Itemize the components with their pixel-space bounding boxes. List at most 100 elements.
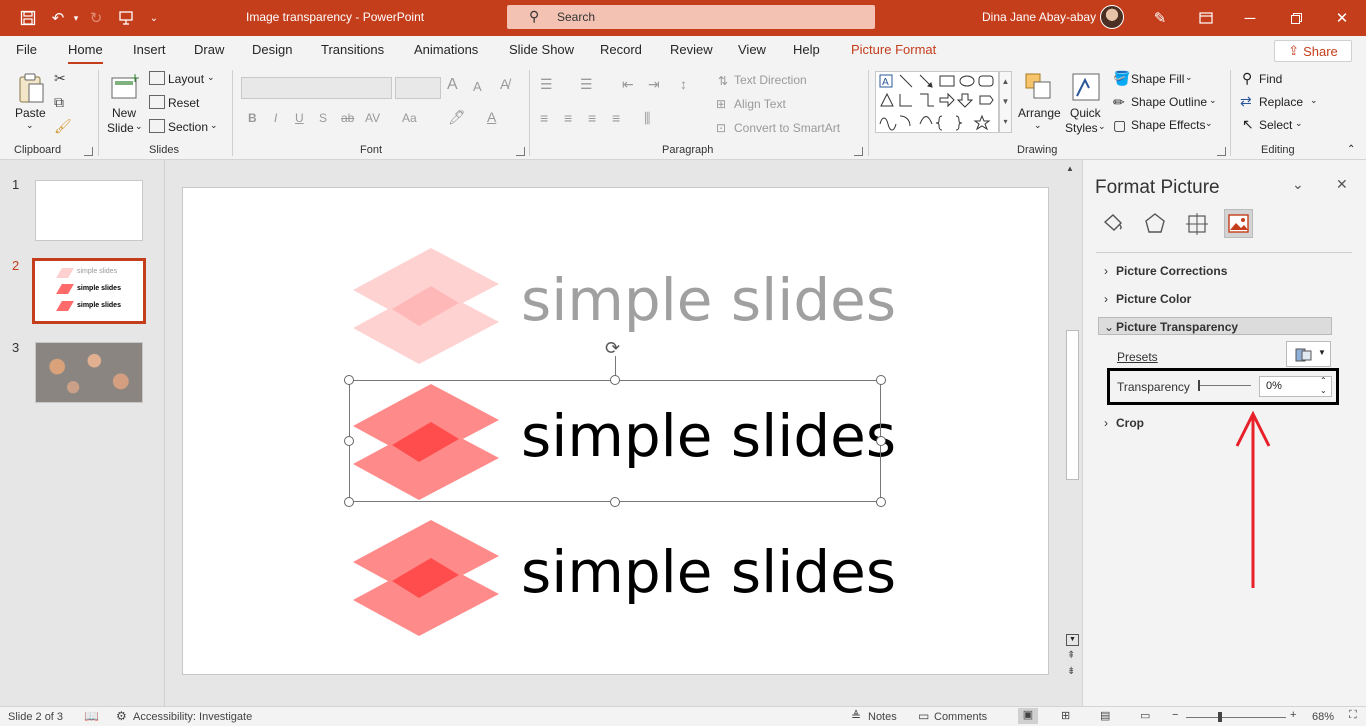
new-slide-dropdown-icon[interactable]: ⌄ [135, 121, 143, 132]
grow-font-button[interactable]: A [447, 76, 458, 94]
logo-mark-faded-icon[interactable] [351, 246, 501, 366]
arrange-button[interactable]: Arrange [1018, 106, 1061, 120]
spelling-icon[interactable]: 📖 [84, 709, 99, 723]
spin-up-icon[interactable]: ⌃ [1320, 376, 1327, 385]
spin-down-icon[interactable]: ⌄ [1320, 386, 1327, 395]
zoom-slider-thumb[interactable] [1218, 712, 1222, 722]
drawing-launcher-icon[interactable] [1217, 147, 1226, 156]
align-center-icon[interactable]: ≡ [564, 110, 572, 126]
pen-icon[interactable]: ✎ [1150, 8, 1170, 28]
font-color-button[interactable]: A [487, 109, 496, 125]
transparency-input[interactable]: 0% ⌃ ⌄ [1259, 376, 1332, 397]
zoom-slider[interactable] [1186, 717, 1286, 718]
fill-line-icon[interactable] [1101, 212, 1125, 236]
resize-handle[interactable] [876, 497, 886, 507]
present-icon[interactable] [116, 8, 136, 28]
find-button[interactable]: Find [1259, 72, 1282, 86]
shadow-button[interactable]: S [319, 111, 327, 125]
shape-outline-dropdown-icon[interactable]: ⌄ [1209, 95, 1217, 106]
increase-indent-icon[interactable]: ⇥ [648, 76, 660, 93]
tab-slide-show[interactable]: Slide Show [509, 42, 574, 57]
paragraph-launcher-icon[interactable] [854, 147, 863, 156]
undo-dropdown-icon[interactable]: ▾ [66, 8, 86, 28]
resize-handle[interactable] [610, 375, 620, 385]
scroll-thumb[interactable] [1066, 330, 1079, 480]
align-right-icon[interactable]: ≡ [588, 110, 596, 126]
minimize-icon[interactable]: ─ [1240, 8, 1260, 28]
select-dropdown-icon[interactable]: ⌄ [1295, 118, 1303, 129]
highlight-icon[interactable]: 🖊 [448, 109, 466, 126]
quick-styles-dropdown-icon[interactable]: ⌄ [1098, 121, 1106, 132]
slide-indicator[interactable]: Slide 2 of 3 [8, 711, 63, 723]
previous-slide-icon[interactable]: ⇞ [1067, 650, 1075, 661]
crop-section[interactable]: › Crop [1104, 416, 1144, 430]
clear-formatting-icon[interactable]: A̸ [500, 76, 509, 92]
zoom-in-icon[interactable]: + [1290, 709, 1296, 721]
presets-dropdown[interactable]: ▼ [1286, 341, 1331, 367]
font-name-combo[interactable] [241, 77, 392, 99]
change-case-button[interactable]: Aa [402, 111, 417, 125]
comments-button[interactable]: Comments [934, 711, 987, 723]
logo-text-faded[interactable]: simple slides [521, 266, 896, 334]
paste-icon[interactable] [16, 72, 46, 104]
tab-transitions[interactable]: Transitions [321, 42, 384, 57]
notes-button[interactable]: Notes [868, 711, 897, 723]
section-dropdown-icon[interactable]: ⌄ [210, 120, 218, 131]
transparency-slider-thumb[interactable] [1198, 380, 1200, 391]
strikethrough-button[interactable]: ab [341, 111, 354, 125]
slideshow-view-icon[interactable]: ▭ [1140, 709, 1150, 722]
numbering-icon[interactable]: ☰ [580, 76, 593, 93]
shrink-font-button[interactable]: A [473, 79, 482, 94]
replace-dropdown-icon[interactable]: ⌄ [1310, 95, 1318, 106]
search-box[interactable]: ⚲ Search [507, 5, 875, 29]
tab-design[interactable]: Design [252, 42, 292, 57]
next-slide-icon[interactable]: ⇟ [1067, 666, 1075, 677]
bold-button[interactable]: B [248, 111, 257, 125]
logo-text[interactable]: simple slides [521, 538, 896, 606]
customize-toolbar-icon[interactable]: ⌄ [144, 8, 164, 28]
layout-dropdown-icon[interactable]: ⌄ [207, 72, 215, 83]
reset-button[interactable]: Reset [168, 96, 199, 110]
resize-handle[interactable] [344, 436, 354, 446]
quick-styles-label-2[interactable]: Styles [1065, 121, 1098, 135]
convert-smartart-button[interactable]: Convert to SmartArt [734, 121, 840, 135]
shape-effects-button[interactable]: Shape Effects [1131, 118, 1206, 132]
share-button[interactable]: ⇪ Share [1274, 40, 1352, 62]
transparency-slider[interactable] [1199, 385, 1251, 386]
picture-corrections-section[interactable]: › Picture Corrections [1104, 264, 1227, 278]
logo-mark-icon[interactable] [351, 518, 501, 638]
pane-options-chevron-icon[interactable]: ⌄ [1292, 176, 1304, 193]
slide-sorter-icon[interactable]: ⊞ [1061, 709, 1070, 722]
section-button[interactable]: Section [168, 120, 208, 134]
resize-handle[interactable] [876, 375, 886, 385]
underline-button[interactable]: U [295, 111, 304, 125]
paste-dropdown-icon[interactable]: ⌄ [26, 120, 34, 131]
line-spacing-icon[interactable]: ↕ [680, 76, 687, 92]
tab-review[interactable]: Review [670, 42, 713, 57]
quick-styles-icon[interactable] [1071, 72, 1101, 102]
select-button[interactable]: Select [1259, 118, 1292, 132]
tab-picture-format[interactable]: Picture Format [851, 42, 936, 57]
redo-icon[interactable]: ↻ [86, 8, 106, 28]
arrange-icon[interactable] [1024, 72, 1054, 102]
character-spacing-button[interactable]: AV [365, 111, 380, 125]
font-launcher-icon[interactable] [516, 147, 525, 156]
columns-icon[interactable]: ⫼ [644, 110, 650, 127]
picture-tab[interactable] [1224, 209, 1253, 238]
new-slide-icon[interactable]: + [110, 71, 140, 102]
rotate-handle-icon[interactable]: ⟳ [605, 338, 620, 359]
resize-handle[interactable] [876, 436, 886, 446]
scroll-up-icon[interactable]: ▲ [1066, 164, 1074, 173]
user-name[interactable]: Dina Jane Abay-abay [982, 10, 1096, 24]
slide-thumbnail-1[interactable] [35, 180, 143, 241]
font-size-combo[interactable] [395, 77, 441, 99]
picture-transparency-section[interactable]: ⌄ Picture Transparency [1104, 320, 1238, 334]
resize-handle[interactable] [344, 375, 354, 385]
shape-fill-dropdown-icon[interactable]: ⌄ [1185, 72, 1193, 83]
clipboard-launcher-icon[interactable] [84, 147, 93, 156]
undo-icon[interactable]: ↶ [48, 8, 68, 28]
slide-thumbnail-2[interactable]: simple slides simple slides simple slide… [32, 258, 146, 324]
tab-help[interactable]: Help [793, 42, 820, 57]
replace-button[interactable]: Replace [1259, 95, 1303, 109]
tab-home[interactable]: Home [68, 42, 103, 65]
